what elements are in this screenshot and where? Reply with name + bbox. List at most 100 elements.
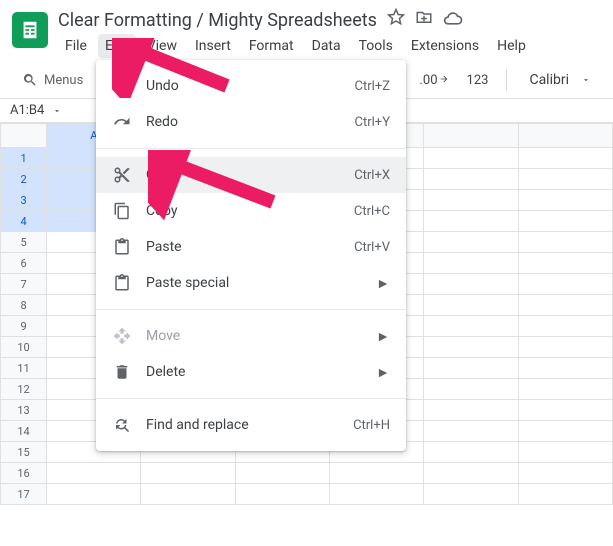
menu-item-find-replace[interactable]: Find and replace Ctrl+H (96, 407, 406, 443)
cell[interactable] (518, 337, 612, 358)
menu-item-shortcut: Ctrl+X (354, 168, 390, 183)
increase-decimal-button[interactable]: .00 (413, 69, 454, 92)
menu-tools[interactable]: Tools (352, 34, 400, 58)
cell[interactable] (235, 463, 329, 484)
cell[interactable] (424, 358, 518, 379)
cell[interactable] (518, 148, 612, 169)
menus-search-label: Menus (44, 73, 83, 88)
cell[interactable] (424, 400, 518, 421)
cell[interactable] (424, 295, 518, 316)
font-selector[interactable]: Calibri (519, 70, 601, 90)
cell[interactable] (518, 484, 612, 505)
cell[interactable] (424, 484, 518, 505)
menu-format[interactable]: Format (242, 34, 301, 58)
cell[interactable] (518, 253, 612, 274)
menu-item-label: Undo (146, 78, 355, 94)
menu-extensions[interactable]: Extensions (404, 34, 486, 58)
document-title[interactable]: Clear Formatting / Mighty Spreadsheets (58, 10, 377, 31)
row-header[interactable]: 3 (1, 190, 47, 211)
menu-item-paste[interactable]: Paste Ctrl+V (96, 229, 406, 265)
cell[interactable] (518, 400, 612, 421)
cell[interactable] (424, 253, 518, 274)
cloud-icon[interactable] (443, 8, 463, 32)
cell[interactable] (424, 316, 518, 337)
menu-item-label: Copy (146, 203, 354, 219)
name-box[interactable]: A1:B4 (10, 103, 80, 118)
row-header[interactable]: 5 (1, 232, 47, 253)
row-header[interactable]: 6 (1, 253, 47, 274)
cell[interactable] (518, 232, 612, 253)
menu-item-redo[interactable]: Redo Ctrl+Y (96, 104, 406, 140)
cell[interactable] (424, 211, 518, 232)
row-header[interactable]: 4 (1, 211, 47, 232)
menu-separator (96, 398, 406, 399)
cell[interactable] (424, 190, 518, 211)
row-header[interactable]: 11 (1, 358, 47, 379)
cell[interactable] (330, 484, 424, 505)
cell[interactable] (47, 484, 141, 505)
cell[interactable] (518, 295, 612, 316)
row-header[interactable]: 10 (1, 337, 47, 358)
cell[interactable] (424, 232, 518, 253)
menu-item-undo[interactable]: Undo Ctrl+Z (96, 68, 406, 104)
cell[interactable] (141, 484, 235, 505)
row-header[interactable]: 15 (1, 442, 47, 463)
menu-item-cut[interactable]: Cut Ctrl+X (96, 157, 406, 193)
cell[interactable] (518, 274, 612, 295)
submenu-arrow-icon: ► (376, 328, 390, 345)
move-icon[interactable] (415, 8, 433, 32)
row-header[interactable]: 1 (1, 148, 47, 169)
paste-special-icon (112, 273, 132, 293)
menu-item-label: Cut (146, 167, 354, 183)
cell[interactable] (518, 421, 612, 442)
row-header[interactable]: 7 (1, 274, 47, 295)
cell[interactable] (330, 463, 424, 484)
cell[interactable] (424, 463, 518, 484)
cell[interactable] (518, 169, 612, 190)
format-number-button[interactable]: 123 (461, 69, 495, 92)
menu-data[interactable]: Data (305, 34, 348, 58)
row-header[interactable]: 17 (1, 484, 47, 505)
menu-file[interactable]: File (58, 34, 94, 58)
cell[interactable] (518, 211, 612, 232)
menu-insert[interactable]: Insert (188, 34, 238, 58)
select-all-corner[interactable] (1, 124, 47, 148)
menu-item-label: Find and replace (146, 417, 353, 433)
star-icon[interactable] (387, 8, 405, 32)
cell[interactable] (141, 463, 235, 484)
column-header[interactable] (518, 124, 612, 148)
row-header[interactable]: 13 (1, 400, 47, 421)
menu-view[interactable]: View (140, 34, 184, 58)
menu-item-paste-special[interactable]: Paste special ► (96, 265, 406, 301)
app-header: Clear Formatting / Mighty Spreadsheets F… (0, 0, 613, 58)
cell[interactable] (518, 190, 612, 211)
menu-item-label: Redo (146, 114, 355, 130)
menu-item-copy[interactable]: Copy Ctrl+C (96, 193, 406, 229)
menu-edit[interactable]: Edit (98, 34, 136, 58)
row-header[interactable]: 9 (1, 316, 47, 337)
cell[interactable] (424, 274, 518, 295)
row-header[interactable]: 14 (1, 421, 47, 442)
cell[interactable] (424, 442, 518, 463)
cell[interactable] (518, 463, 612, 484)
row-header[interactable]: 8 (1, 295, 47, 316)
cell[interactable] (518, 358, 612, 379)
row-header[interactable]: 12 (1, 379, 47, 400)
menus-search[interactable]: Menus (12, 68, 93, 92)
menu-item-delete[interactable]: Delete ► (96, 354, 406, 390)
cell[interactable] (424, 169, 518, 190)
menu-item-shortcut: Ctrl+Z (355, 79, 390, 94)
menu-help[interactable]: Help (490, 34, 533, 58)
cell[interactable] (424, 148, 518, 169)
cell[interactable] (424, 337, 518, 358)
row-header[interactable]: 16 (1, 463, 47, 484)
cell[interactable] (518, 442, 612, 463)
cell[interactable] (518, 379, 612, 400)
column-header[interactable] (424, 124, 518, 148)
cell[interactable] (47, 463, 141, 484)
row-header[interactable]: 2 (1, 169, 47, 190)
cell[interactable] (424, 379, 518, 400)
cell[interactable] (424, 421, 518, 442)
cell[interactable] (235, 484, 329, 505)
cell[interactable] (518, 316, 612, 337)
